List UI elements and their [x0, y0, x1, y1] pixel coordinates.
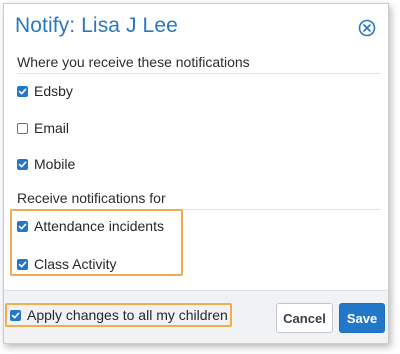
checkbox-label: Class Activity — [34, 256, 117, 272]
close-icon[interactable] — [358, 19, 376, 37]
checkbox-label: Attendance incidents — [34, 218, 164, 234]
checkbox-class-activity[interactable]: Class Activity — [17, 254, 116, 274]
cancel-button[interactable]: Cancel — [276, 303, 333, 333]
checkbox-email[interactable]: Email — [17, 118, 69, 138]
checkbox-label: Apply changes to all my children — [27, 307, 228, 323]
checkbox-label: Mobile — [34, 156, 76, 172]
dialog-footer: Apply changes to all my children Cancel … — [4, 290, 388, 343]
checkbox-checked-icon[interactable] — [17, 158, 28, 170]
checkbox-unchecked-icon[interactable] — [17, 122, 28, 134]
checkbox-mobile[interactable]: Mobile — [17, 154, 75, 174]
checkbox-apply-all-children[interactable]: Apply changes to all my children — [10, 305, 228, 325]
save-button[interactable]: Save — [339, 303, 385, 333]
notify-dialog: Notify: Lisa J Lee Where you receive the… — [3, 3, 389, 344]
notify-section-heading: Receive notifications for — [17, 190, 166, 206]
checkbox-checked-icon[interactable] — [17, 220, 28, 232]
checkbox-label: Edsby — [34, 83, 73, 99]
receive-section-heading: Where you receive these notifications — [17, 54, 250, 70]
dialog-title: Notify: Lisa J Lee — [15, 14, 178, 37]
checkbox-label: Email — [34, 120, 70, 136]
checkbox-checked-icon[interactable] — [10, 309, 21, 321]
section-divider — [17, 73, 380, 74]
checkbox-attendance-incidents[interactable]: Attendance incidents — [17, 216, 164, 236]
checkbox-edsby[interactable]: Edsby — [17, 81, 73, 101]
checkbox-checked-icon[interactable] — [17, 258, 28, 270]
checkbox-checked-icon[interactable] — [17, 85, 28, 97]
